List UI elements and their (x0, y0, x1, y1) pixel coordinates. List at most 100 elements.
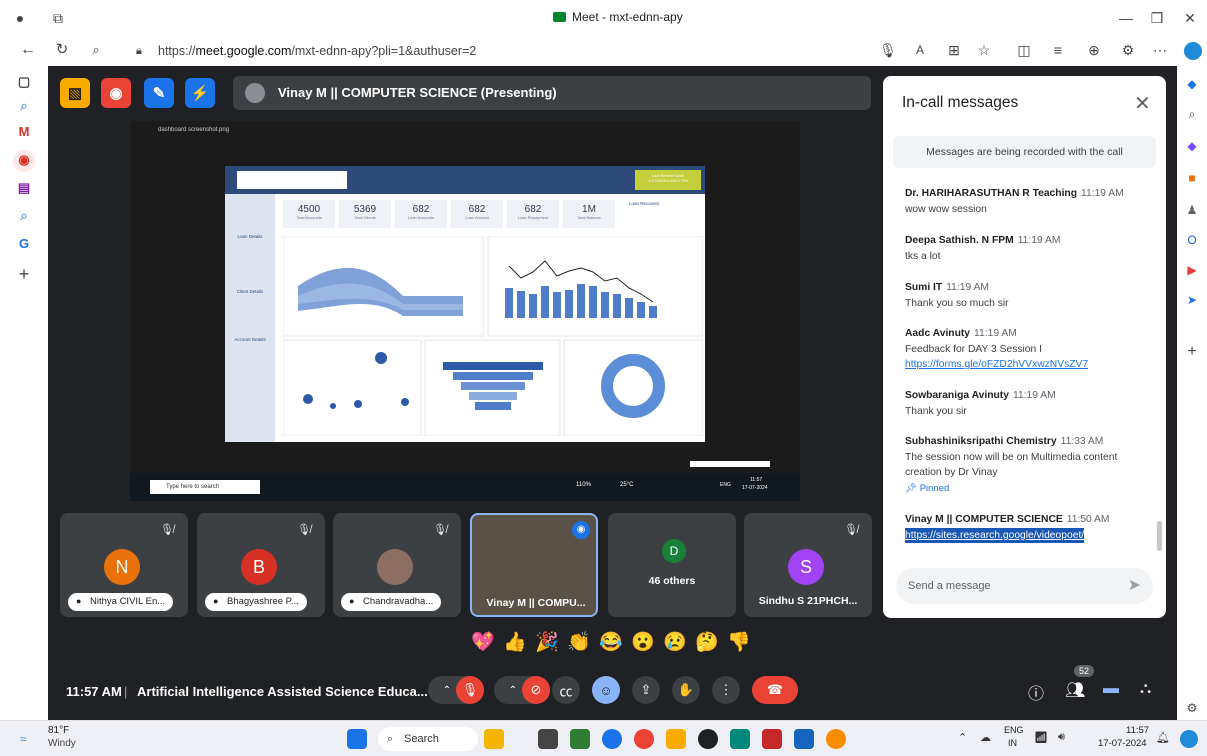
reaction-emoji[interactable]: 👎 (726, 630, 752, 656)
search-icon[interactable]: ⌕ (1184, 106, 1200, 122)
reaction-emoji[interactable]: 😢 (662, 630, 688, 656)
captions-button[interactable]: ㏄ (552, 676, 580, 704)
onedrive-icon[interactable]: ☁ (980, 731, 991, 744)
outlook-icon[interactable]: O (1184, 232, 1200, 248)
chevron-up-icon[interactable]: ⌃ (509, 685, 517, 696)
add-icon[interactable]: + (14, 264, 34, 284)
collections-icon[interactable]: ⊕ (1084, 40, 1104, 60)
app-icon[interactable] (762, 729, 782, 749)
search-icon[interactable]: ⌕ (14, 206, 34, 226)
word-icon[interactable] (794, 729, 814, 749)
activities-icon[interactable]: ⛬ (1140, 680, 1151, 698)
close-window-icon[interactable]: ✕ (1180, 8, 1200, 28)
reaction-emoji[interactable]: 💖 (470, 630, 496, 656)
participant-tile[interactable]: Vinay M || COMPU... ◉ (470, 513, 598, 617)
reaction-emoji[interactable]: 👍 (502, 630, 528, 656)
refresh-icon[interactable]: ↻ (52, 40, 72, 60)
chrome-icon[interactable] (634, 729, 654, 749)
reaction-emoji[interactable]: 😂 (598, 630, 624, 656)
record-icon[interactable]: ◉ (13, 150, 35, 172)
settings-icon[interactable]: ⚙ (1184, 700, 1200, 716)
add-icon[interactable]: + (1184, 344, 1200, 360)
google-icon[interactable]: G (14, 234, 34, 254)
record-button[interactable]: ◉ (101, 78, 131, 108)
reaction-emoji[interactable]: 😮 (630, 630, 656, 656)
people-icon[interactable]: ♟ (1184, 202, 1200, 218)
back-icon[interactable]: ← (18, 40, 38, 60)
chat-scrollbar[interactable] (1157, 521, 1162, 551)
reaction-emoji[interactable]: 🎉 (534, 630, 560, 656)
more-options-button[interactable]: ⋮ (712, 676, 740, 704)
present-button[interactable]: ⇪ (632, 676, 660, 704)
extension-icon[interactable]: ⚙ (1118, 40, 1138, 60)
app-icon[interactable] (730, 729, 750, 749)
participant-tile[interactable]: S 🎙︎̸ Sindhu S 21PHCH... (744, 513, 872, 617)
app-icon[interactable]: ▶ (1184, 262, 1200, 278)
chat-link[interactable]: https://sites.research.google/videopoet/ (905, 527, 1085, 543)
captions-icon: ㏄ (559, 683, 573, 699)
camera-toggle-button[interactable]: ⌃ ⊘ (494, 676, 550, 704)
search-icon[interactable]: ⌕ (14, 96, 34, 116)
info-icon[interactable]: ⓘ (1028, 680, 1044, 704)
split-screen-icon[interactable]: ◫ (1014, 40, 1034, 60)
tab-actions-icon[interactable]: ⧉ (48, 8, 68, 28)
message-input[interactable]: Send a message ➤ (896, 568, 1153, 604)
participant-tile[interactable]: N 🎙︎̸ Nithya CIVIL En... ● (60, 513, 188, 617)
app-icon[interactable] (570, 729, 590, 749)
people-icon[interactable]: 👥︎ (1065, 680, 1085, 700)
notes-button[interactable]: ✎ (144, 78, 174, 108)
briefcase-icon[interactable]: ■ (1184, 170, 1200, 186)
extension-button-1[interactable]: ▧ (60, 78, 90, 108)
close-icon[interactable]: ✕ (1134, 91, 1151, 116)
reaction-emoji[interactable]: 🤔 (694, 630, 720, 656)
app-available-icon[interactable]: ⊞ (944, 40, 964, 60)
reaction-bar: 💖 👍 🎉 👏 😂 😮 😢 🤔 👎 (470, 630, 760, 658)
gmail-icon[interactable]: M (14, 122, 34, 142)
list-icon[interactable]: ▤ (14, 178, 34, 198)
leave-call-button[interactable]: ☎ (752, 676, 798, 704)
chat-icon[interactable]: ▬ (1103, 680, 1119, 698)
file-explorer-icon[interactable] (666, 729, 686, 749)
favorite-star-icon[interactable]: ☆ (974, 40, 994, 60)
profile-icon[interactable]: ● (10, 8, 30, 28)
send-app-icon[interactable]: ➤ (1184, 292, 1200, 308)
chat-link[interactable]: https://forms.gle/oFZD2hVVxwzNVsZV7 (905, 357, 1150, 373)
participant-name: Sindhu S 21PHCH... (758, 595, 858, 607)
dell-icon[interactable] (698, 729, 718, 749)
tabs-icon[interactable]: ▢ (14, 72, 34, 92)
app-icon[interactable] (484, 729, 504, 749)
copilot-icon[interactable] (1184, 42, 1202, 60)
volume-icon[interactable]: 🔊︎ (1058, 731, 1065, 744)
mic-icon[interactable]: 🎙︎ (878, 40, 898, 60)
more-menu-icon[interactable]: ⋯ (1150, 40, 1170, 60)
mic-toggle-button[interactable]: ⌃ 🎙︎ (428, 676, 484, 704)
participant-tile[interactable]: D 46 others (608, 513, 736, 617)
copilot-icon[interactable] (1180, 730, 1198, 748)
minimize-icon[interactable]: — (1116, 8, 1136, 28)
chevron-up-icon[interactable]: ⌃ (443, 685, 451, 696)
tray-chevron-icon[interactable]: ⌃ (958, 731, 967, 744)
raise-hand-button[interactable]: ✋ (672, 676, 700, 704)
send-icon[interactable]: ➤ (1128, 568, 1141, 604)
favorites-icon[interactable]: ≡ (1048, 40, 1068, 60)
read-aloud-icon[interactable]: A (910, 40, 930, 60)
search-icon[interactable]: ⌕ (86, 40, 106, 60)
activity-button[interactable]: ⚡ (185, 78, 215, 108)
wifi-icon[interactable]: 📶︎ (1034, 731, 1048, 744)
windows-start-icon[interactable] (347, 729, 367, 749)
reaction-emoji[interactable]: 👏 (566, 630, 592, 656)
tag-icon[interactable]: ◆ (1184, 138, 1200, 154)
taskbar-search[interactable]: ⌕ Search (378, 727, 478, 751)
copilot-icon[interactable]: ◆ (1184, 76, 1200, 92)
restore-icon[interactable]: ❐ (1147, 8, 1167, 28)
url-bar[interactable]: 🔒︎ https://meet.google.com/mxt-ednn-apy?… (120, 40, 860, 62)
edge-icon[interactable] (602, 729, 622, 749)
participant-count-badge: 52 (1074, 665, 1095, 677)
participant-tile[interactable]: 🎙︎̸ Chandravadha... ● (333, 513, 461, 617)
notification-bell-icon[interactable]: 🔔︎ (1156, 731, 1170, 744)
tab-title[interactable]: Meet - mxt-ednn-apy (553, 10, 683, 24)
task-view-icon[interactable] (538, 729, 558, 749)
reactions-button[interactable]: ☺ (592, 676, 620, 704)
participant-tile[interactable]: B 🎙︎̸ Bhagyashree P... ● (197, 513, 325, 617)
chrome-icon[interactable] (826, 729, 846, 749)
